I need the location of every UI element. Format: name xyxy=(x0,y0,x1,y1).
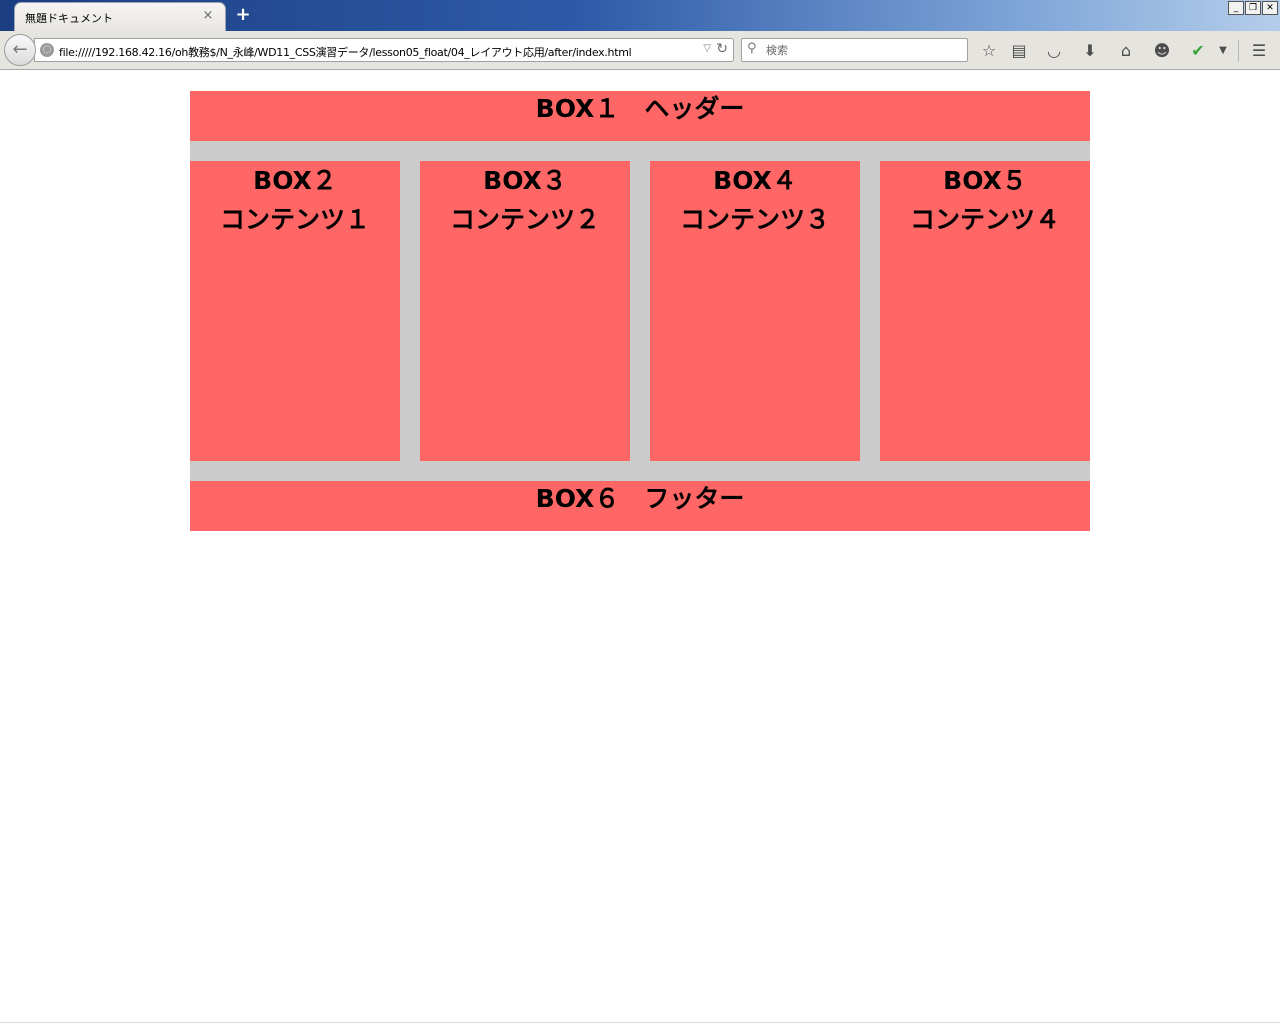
url-dropdown-icon[interactable]: ▽ xyxy=(703,43,711,54)
content-box-3-text: コンテンツ３ xyxy=(679,205,830,234)
content-box-4: BOX５ コンテンツ４ xyxy=(880,161,1090,461)
close-window-button[interactable]: ✕ xyxy=(1262,1,1278,15)
dropdown-icon[interactable]: ▼ xyxy=(1212,40,1234,62)
footer-text: BOX６ フッター xyxy=(535,484,745,513)
new-tab-button[interactable]: + xyxy=(234,5,252,25)
content-box-1-label: BOX２ xyxy=(253,166,337,195)
home-icon[interactable]: ⌂ xyxy=(1115,40,1137,62)
bookmark-star-icon[interactable]: ☆ xyxy=(978,40,1000,62)
header-text: BOX１ ヘッダー xyxy=(535,94,745,123)
tab-title: 無題ドキュメント xyxy=(25,12,113,25)
header-box: BOX１ ヘッダー xyxy=(190,91,1090,141)
addon-check-icon[interactable]: ✔ xyxy=(1187,40,1209,62)
tab-close-icon[interactable]: × xyxy=(201,8,215,24)
search-input[interactable] xyxy=(766,42,962,58)
pocket-icon[interactable]: ◡ xyxy=(1043,40,1065,62)
url-bar[interactable]: ◌ file://///192.168.42.16/oh教務$/N_永峰/WD1… xyxy=(34,38,734,62)
content-box-4-label: BOX５ xyxy=(943,166,1027,195)
content-box-1-text: コンテンツ１ xyxy=(219,205,370,234)
content-box-2: BOX３ コンテンツ２ xyxy=(420,161,630,461)
content-box-3: BOX４ コンテンツ３ xyxy=(650,161,860,461)
reading-list-icon[interactable]: ▤ xyxy=(1008,40,1030,62)
chat-icon[interactable]: ☻ xyxy=(1151,40,1173,62)
toolbar-separator xyxy=(1238,40,1239,62)
minimize-button[interactable]: _ xyxy=(1228,1,1244,15)
content-box-4-text: コンテンツ４ xyxy=(909,205,1060,234)
back-arrow-icon: ← xyxy=(12,39,28,60)
content-box-2-label: BOX３ xyxy=(483,166,567,195)
tab-active[interactable]: 無題ドキュメント × xyxy=(14,2,226,32)
title-bar: 無題ドキュメント × + _ ❐ ✕ xyxy=(0,0,1280,32)
url-text[interactable]: file://///192.168.42.16/oh教務$/N_永峰/WD11_… xyxy=(59,44,699,60)
reload-icon[interactable]: ↻ xyxy=(716,41,728,57)
download-icon[interactable]: ⬇ xyxy=(1079,40,1101,62)
search-bar[interactable]: ⚲ xyxy=(741,38,968,62)
navigation-toolbar: ◌ file://///192.168.42.16/oh教務$/N_永峰/WD1… xyxy=(0,31,1280,70)
globe-icon: ◌ xyxy=(40,43,54,57)
content-box-3-label: BOX４ xyxy=(713,166,797,195)
content-box-1: BOX２ コンテンツ１ xyxy=(190,161,400,461)
footer-box: BOX６ フッター xyxy=(190,481,1090,531)
restore-button[interactable]: ❐ xyxy=(1245,1,1261,15)
window-bottom-border xyxy=(0,1022,1280,1023)
menu-icon[interactable]: ☰ xyxy=(1248,40,1270,62)
search-icon: ⚲ xyxy=(747,41,757,56)
back-button[interactable]: ← xyxy=(4,34,36,66)
content-box-2-text: コンテンツ２ xyxy=(449,205,600,234)
layout-wrapper: BOX１ ヘッダー BOX２ コンテンツ１ BOX３ コンテンツ２ BOX４ コ… xyxy=(190,91,1090,531)
